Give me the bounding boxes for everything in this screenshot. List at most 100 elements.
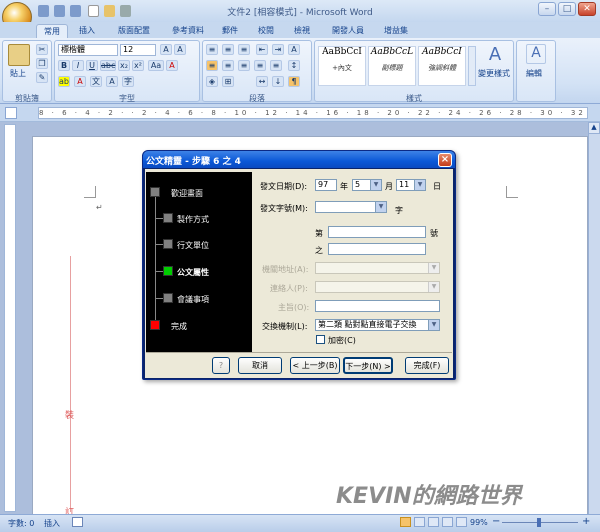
align-center-icon[interactable]: ≡ <box>222 60 234 71</box>
italic-button[interactable]: I <box>72 60 84 71</box>
macro-icon[interactable] <box>72 517 83 527</box>
tab-add-ins[interactable]: 增益集 <box>378 24 414 38</box>
chevron-down-icon[interactable]: ▼ <box>375 202 386 212</box>
style-subtitle[interactable]: AaBbCcL 副標題 <box>368 46 416 86</box>
close-window-button[interactable]: ✕ <box>578 2 596 16</box>
change-styles-label[interactable]: 變更樣式 <box>478 68 510 79</box>
month-select[interactable]: 5 ▼ <box>352 179 382 191</box>
minimize-button[interactable]: – <box>538 2 556 16</box>
prev-button[interactable]: < 上一步(B) <box>290 357 340 374</box>
paste-label[interactable]: 貼上 <box>10 68 26 79</box>
zoom-level[interactable]: 99% <box>470 518 488 527</box>
show-marks-icon[interactable]: ¶ <box>288 76 300 87</box>
chevron-down-icon[interactable]: ▼ <box>370 180 381 190</box>
horizontal-ruler[interactable]: 8 · 6 · 4 · 2 · · 2 · 4 · 6 · 8 · 10 · 1… <box>38 107 588 119</box>
change-styles-icon[interactable]: A <box>484 44 506 66</box>
word-count[interactable]: 字數: 0 <box>8 518 34 529</box>
text-direction-icon[interactable]: ↔ <box>256 76 268 87</box>
maximize-button[interactable]: □ <box>558 2 576 16</box>
docno-select[interactable]: ▼ <box>315 201 387 213</box>
align-left-icon[interactable]: ≡ <box>206 60 218 71</box>
phonetic-guide-icon[interactable]: 文 <box>90 76 102 87</box>
contact-select[interactable]: ▼ <box>315 281 440 293</box>
enclose-char-icon[interactable]: 字 <box>122 76 134 87</box>
insert-mode[interactable]: 插入 <box>44 518 60 529</box>
superscript-button[interactable]: x² <box>132 60 144 71</box>
asian-layout-icon[interactable]: A <box>288 44 300 55</box>
address-select[interactable]: ▼ <box>315 262 440 274</box>
multilevel-list-icon[interactable]: ≡ <box>238 44 250 55</box>
shading-icon[interactable]: ◈ <box>206 76 218 87</box>
zoom-slider-thumb[interactable] <box>537 518 541 527</box>
style-normal[interactable]: AaBbCcI +內文 <box>318 46 366 86</box>
font-color-icon[interactable]: A <box>74 76 86 87</box>
borders-icon[interactable]: ⊞ <box>222 76 234 87</box>
encrypt-checkbox[interactable] <box>316 335 325 344</box>
year-input[interactable]: 97 <box>315 179 337 191</box>
underline-button[interactable]: U <box>86 60 98 71</box>
chevron-down-icon[interactable]: ▼ <box>428 263 439 273</box>
tab-insert[interactable]: 插入 <box>72 24 102 38</box>
decrease-indent-icon[interactable]: ⇤ <box>256 44 268 55</box>
styles-scroll[interactable] <box>468 46 476 86</box>
dialog-close-button[interactable]: × <box>438 153 452 167</box>
strikethrough-button[interactable]: abc <box>100 60 116 71</box>
editing-label[interactable]: 編輯 <box>526 68 542 79</box>
increase-indent-icon[interactable]: ⇥ <box>272 44 284 55</box>
outline-icon[interactable] <box>442 517 453 527</box>
bold-button[interactable]: B <box>58 60 70 71</box>
align-right-icon[interactable]: ≡ <box>238 60 250 71</box>
distributed-icon[interactable]: ≡ <box>270 60 282 71</box>
highlight-icon[interactable]: ab <box>58 76 70 87</box>
numbering-icon[interactable]: ≡ <box>222 44 234 55</box>
paste-icon[interactable] <box>8 44 30 66</box>
grow-font-icon[interactable]: A <box>160 44 172 55</box>
vertical-scrollbar[interactable] <box>588 122 600 514</box>
format-painter-icon[interactable]: ✎ <box>36 72 48 83</box>
justify-icon[interactable]: ≡ <box>254 60 266 71</box>
day-select[interactable]: 11 ▼ <box>396 179 426 191</box>
help-button[interactable]: ? <box>212 357 230 374</box>
tab-selector-icon[interactable] <box>5 107 17 119</box>
docno-sub-input[interactable] <box>328 243 426 255</box>
scroll-up-icon[interactable]: ▲ <box>588 122 600 134</box>
cut-icon[interactable]: ✂ <box>36 44 48 55</box>
vertical-ruler[interactable] <box>4 124 16 512</box>
change-case-button[interactable]: Aa <box>148 60 164 71</box>
tab-references[interactable]: 參考資料 <box>166 24 210 38</box>
tab-page-layout[interactable]: 版面配置 <box>110 24 158 38</box>
chevron-down-icon[interactable]: ▼ <box>428 282 439 292</box>
print-layout-icon[interactable] <box>400 517 411 527</box>
find-icon[interactable]: A <box>526 44 546 64</box>
tab-home[interactable]: 常用 <box>36 24 68 38</box>
shrink-font-icon[interactable]: A <box>174 44 186 55</box>
zoom-in-button[interactable]: + <box>582 516 590 527</box>
tab-view[interactable]: 檢視 <box>288 24 316 38</box>
docno-number-input[interactable] <box>328 226 426 238</box>
tab-review[interactable]: 校閱 <box>252 24 280 38</box>
copy-icon[interactable]: ❐ <box>36 58 48 69</box>
full-screen-icon[interactable] <box>414 517 425 527</box>
web-layout-icon[interactable] <box>428 517 439 527</box>
style-emphasis[interactable]: AaBbCcI 強調斜體 <box>418 46 466 86</box>
char-border-icon[interactable]: A <box>106 76 118 87</box>
hao-label: 號 <box>430 229 438 238</box>
tab-mailings[interactable]: 郵件 <box>216 24 244 38</box>
next-button[interactable]: 下一步(N) > <box>343 357 393 374</box>
sort-icon[interactable]: ↓ <box>272 76 284 87</box>
chevron-down-icon[interactable]: ▼ <box>414 180 425 190</box>
bullets-icon[interactable]: ≡ <box>206 44 218 55</box>
font-name-select[interactable]: 標楷體 <box>58 44 118 56</box>
finish-button[interactable]: 完成(F) <box>405 357 449 374</box>
line-spacing-icon[interactable]: ↕ <box>288 60 300 71</box>
zoom-out-button[interactable]: − <box>492 516 500 527</box>
cancel-button[interactable]: 取消 <box>238 357 282 374</box>
draft-icon[interactable] <box>456 517 467 527</box>
exchange-select[interactable]: 第二類 點對點直接電子交換 ▼ <box>315 319 440 331</box>
font-size-select[interactable]: 12 <box>120 44 156 56</box>
tab-developer[interactable]: 開發人員 <box>326 24 370 38</box>
subscript-button[interactable]: x₂ <box>118 60 130 71</box>
clear-format-button[interactable]: A <box>166 60 178 71</box>
chevron-down-icon[interactable]: ▼ <box>428 320 439 330</box>
subject-input[interactable] <box>315 300 440 312</box>
